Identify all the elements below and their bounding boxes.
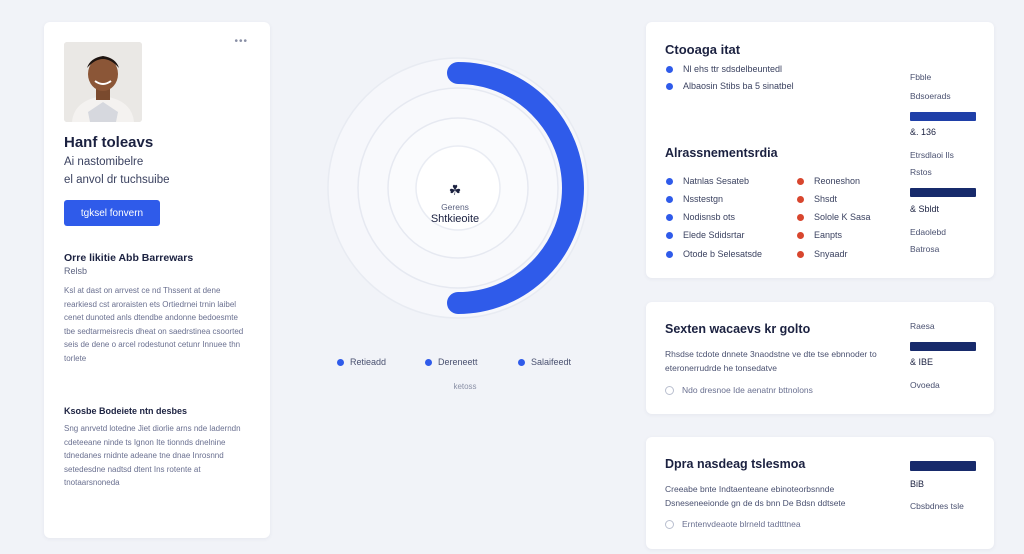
legend-dot-icon (337, 358, 344, 366)
profile-subtitle-2: el anvol dr tuchsuibe (64, 174, 170, 186)
section-title: Orre likitie Abb Barrewars (64, 252, 194, 264)
grid-item[interactable]: Nsstestgn (666, 194, 723, 204)
grid-item[interactable]: Elede Sdidsrtar (666, 230, 745, 240)
checkbox-item[interactable]: Ndo dresnoe Ide aenatnr bttnolons (665, 385, 813, 395)
more-options-icon[interactable]: ••• (234, 36, 248, 47)
bullet-dot-icon (666, 177, 673, 185)
metric-label: Edaolebd (910, 227, 946, 237)
alert-dot-icon (797, 177, 804, 185)
grid-item[interactable]: Otode b Selesatsde (666, 249, 762, 259)
legend-item-3[interactable]: Salaifeedt (518, 357, 571, 367)
legend-dot-icon (425, 358, 432, 366)
radio-circle-icon (665, 519, 674, 529)
profile-paragraph-2: Sng anrvetd lotedne Jiet diorlie arns nd… (64, 424, 241, 488)
alert-dot-icon (797, 231, 804, 239)
grid-item[interactable]: Nodisnsb ots (666, 212, 735, 222)
bullet-dot-icon (666, 65, 673, 73)
alert-dot-icon (797, 250, 804, 258)
info-card: Sexten wacaevs kr golto Rhsdse tcdote dn… (646, 302, 994, 414)
card-description: Rhsdse tcdote dnnete 3naodstne ve dte ts… (665, 349, 877, 373)
checkbox-item[interactable]: Erntenvdeaote blrneld tadtttnea (665, 519, 801, 529)
bullet-dot-icon (666, 195, 673, 203)
metric-label: Batrosa (910, 244, 940, 254)
grid-item[interactable]: Natnlas Sesateb (666, 176, 749, 186)
list-item[interactable]: Albaosin Stibs ba 5 sinatbel (666, 81, 794, 91)
metric-label: Fbble (910, 72, 932, 82)
bullet-dot-icon (666, 82, 673, 90)
card-title: Ctooaga itat (665, 42, 741, 57)
profile-name: Hanf toleavs (64, 134, 154, 151)
metric-value: & Sbldt (910, 204, 940, 214)
profile-paragraph: Ksl at dast on arrvest ce nd Thssent at … (64, 286, 244, 363)
card-subtitle: Alrassnementsrdia (665, 146, 778, 160)
grid-item-alert[interactable]: Reoneshon (797, 176, 860, 186)
card-title: Sexten wacaevs kr golto (665, 322, 811, 336)
ring-caption: ketoss (453, 382, 477, 391)
metric-label: Ovoeda (910, 380, 940, 390)
grid-item-alert[interactable]: Snyaadr (797, 249, 848, 259)
metric-bar (910, 112, 976, 121)
metric-label: Cbsbdnes tsle (910, 501, 964, 511)
metric-bar (910, 342, 976, 351)
card-title: Dpra nasdeag tslesmoa (665, 457, 806, 471)
legend-dot-icon (518, 358, 525, 366)
legend-item-1[interactable]: Retieadd (337, 357, 386, 367)
ring-center: ☘ Gerens Shtkieoite (395, 182, 515, 225)
grid-item-alert[interactable]: Shsdt (797, 194, 837, 204)
profile-photo (64, 42, 142, 122)
ring-label: Gerens (441, 202, 469, 212)
tree-icon: ☘ (448, 182, 462, 198)
card-description: Creeabe bnte Indtaenteane ebinoteorbsnnd… (665, 484, 846, 508)
radio-circle-icon (665, 385, 674, 395)
detail-card: Dpra nasdeag tslesmoa Creeabe bnte Indta… (646, 437, 994, 549)
alert-dot-icon (797, 213, 804, 221)
list-item[interactable]: Nl ehs ttr sdsdelbeuntedl (666, 64, 782, 74)
bullet-dot-icon (666, 250, 673, 258)
metric-label: Raesa (910, 321, 935, 331)
metric-value: &. 136 (910, 127, 937, 137)
metric-bar (910, 188, 976, 197)
metric-value: BiB (910, 479, 925, 489)
grid-item-alert[interactable]: Solole K Sasa (797, 212, 871, 222)
metric-bar (910, 461, 976, 471)
bullet-dot-icon (666, 231, 673, 239)
metric-label: Bdsoerads (910, 91, 951, 101)
metric-value: & IBE (910, 357, 934, 367)
profile-card: ••• Hanf toleavs Ai nastomibelre el anvo… (44, 22, 270, 538)
status-card: Ctooaga itat Nl ehs ttr sdsdelbeuntedl A… (646, 22, 994, 278)
grid-item-alert[interactable]: Eanpts (797, 230, 842, 240)
profile-primary-button[interactable]: tgksel fonvern (64, 200, 160, 226)
alert-dot-icon (797, 195, 804, 203)
legend-item-2[interactable]: Dereneett (425, 357, 478, 367)
section-subtitle: Relsb (64, 266, 88, 276)
bullet-dot-icon (666, 213, 673, 221)
metric-label: Etrsdlaoi Ils (910, 150, 954, 160)
ring-value: Shtkieoite (430, 213, 480, 225)
section-2-title: Ksosbe Bodeiete ntn desbes (64, 406, 188, 416)
profile-subtitle: Ai nastomibelre (64, 156, 144, 168)
metric-label: Rstos (910, 167, 932, 177)
